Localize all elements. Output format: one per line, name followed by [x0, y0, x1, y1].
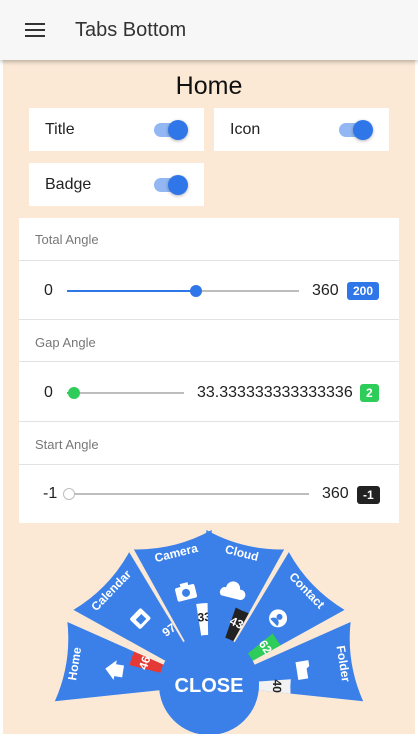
app-bar-title: Tabs Bottom — [75, 18, 187, 41]
app-bar: Tabs Bottom — [0, 0, 418, 60]
tab-badge: 40 — [270, 679, 284, 693]
close-button-label: CLOSE — [175, 675, 244, 697]
radial-tab-menu: 46Home97Calendar33Camera43Cloud62Contact… — [54, 530, 364, 734]
hamburger-menu-icon[interactable] — [25, 23, 45, 37]
close-button[interactable]: CLOSE — [159, 635, 259, 734]
page-content: Home Title Icon Badge Total Angle 0 360 … — [3, 60, 415, 734]
